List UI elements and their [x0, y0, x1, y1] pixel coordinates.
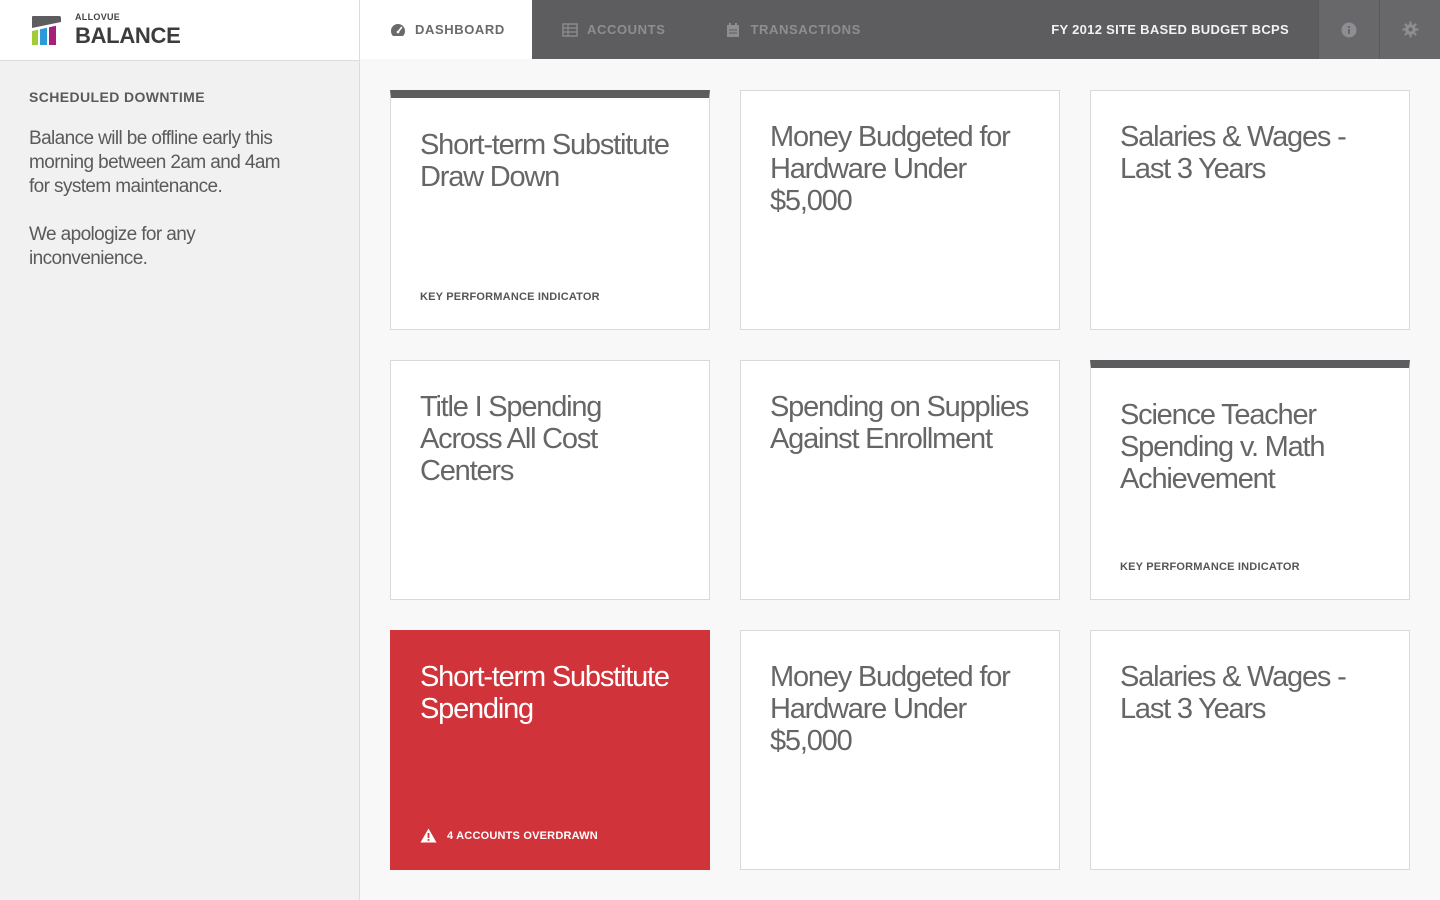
table-icon	[562, 22, 578, 38]
dashboard-card[interactable]: Salaries & Wages - Last 3 Years	[1090, 90, 1410, 330]
budget-selector[interactable]: FY 2012 SITE BASED BUDGET BCPS	[1051, 0, 1318, 59]
notice-paragraph: Balance will be offline early this morni…	[29, 128, 281, 197]
dashboard-card[interactable]: Science Teacher Spending v. Math Achieve…	[1090, 360, 1410, 600]
tab-label: TRANSACTIONS	[750, 22, 861, 37]
card-footer: KEY PERFORMANCE INDICATOR	[420, 291, 600, 303]
info-button[interactable]	[1318, 0, 1379, 59]
dashboard-card[interactable]: Spending on Supplies Against Enrollment	[740, 360, 1060, 600]
card-title: Salaries & Wages - Last 3 Years	[1120, 121, 1347, 185]
card-footer: 4 ACCOUNTS OVERDRAWN	[420, 828, 598, 843]
tab-transactions[interactable]: TRANSACTIONS	[695, 0, 890, 59]
dashboard-card[interactable]: Salaries & Wages - Last 3 Years	[1090, 630, 1410, 870]
logo-brand: ALLOVUE	[75, 12, 121, 22]
settings-button[interactable]	[1379, 0, 1440, 59]
top-nav: DASHBOARD ACCOUNTS TRANSACTIONS FY 2012 …	[360, 0, 1440, 59]
card-title: Money Budgeted for Hardware Under $5,000	[770, 661, 1011, 757]
dashboard-card[interactable]: Money Budgeted for Hardware Under $5,000	[740, 90, 1060, 330]
dashboard-card-alert[interactable]: Short-term Substitute Spending 4 ACCOUNT…	[390, 630, 710, 870]
card-title: Short-term Substitute Draw Down	[420, 129, 670, 193]
logo-product: BALANCE	[75, 23, 181, 48]
dashboard-grid: Short-term Substitute Draw Down KEY PERF…	[360, 59, 1440, 900]
overdrawn-label: 4 ACCOUNTS OVERDRAWN	[447, 829, 598, 842]
notice-body: Balance will be offline early this morni…	[29, 127, 299, 271]
warning-icon	[420, 828, 437, 843]
card-title: Spending on Supplies Against Enrollment	[770, 391, 1029, 455]
downtime-notice: SCHEDULED DOWNTIME Balance will be offli…	[0, 61, 359, 271]
card-title: Short-term Substitute Spending	[420, 661, 670, 725]
notice-paragraph: We apologize for any inconvenience.	[29, 224, 196, 269]
logo[interactable]: ALLOVUE BALANCE	[0, 0, 359, 61]
card-title: Science Teacher Spending v. Math Achieve…	[1120, 399, 1326, 495]
card-title: Title I Spending Across All Cost Centers	[420, 391, 602, 487]
card-footer: KEY PERFORMANCE INDICATOR	[1120, 561, 1300, 573]
notice-title: SCHEDULED DOWNTIME	[29, 89, 205, 105]
tab-label: DASHBOARD	[415, 22, 505, 37]
tab-accounts[interactable]: ACCOUNTS	[532, 0, 695, 59]
tab-dashboard[interactable]: DASHBOARD	[360, 0, 532, 59]
info-icon	[1341, 22, 1357, 37]
dashboard-card[interactable]: Short-term Substitute Draw Down KEY PERF…	[390, 90, 710, 330]
tab-label: ACCOUNTS	[587, 22, 666, 37]
sidebar: ALLOVUE BALANCE SCHEDULED DOWNTIME Balan…	[0, 0, 360, 900]
dashboard-card[interactable]: Title I Spending Across All Cost Centers	[390, 360, 710, 600]
allovue-logo-icon	[32, 16, 61, 45]
dashboard-card[interactable]: Money Budgeted for Hardware Under $5,000	[740, 630, 1060, 870]
gauge-icon	[390, 22, 406, 38]
card-title: Salaries & Wages - Last 3 Years	[1120, 661, 1347, 725]
card-title: Money Budgeted for Hardware Under $5,000	[770, 121, 1011, 217]
calendar-icon	[725, 22, 741, 38]
gear-icon	[1402, 21, 1418, 38]
